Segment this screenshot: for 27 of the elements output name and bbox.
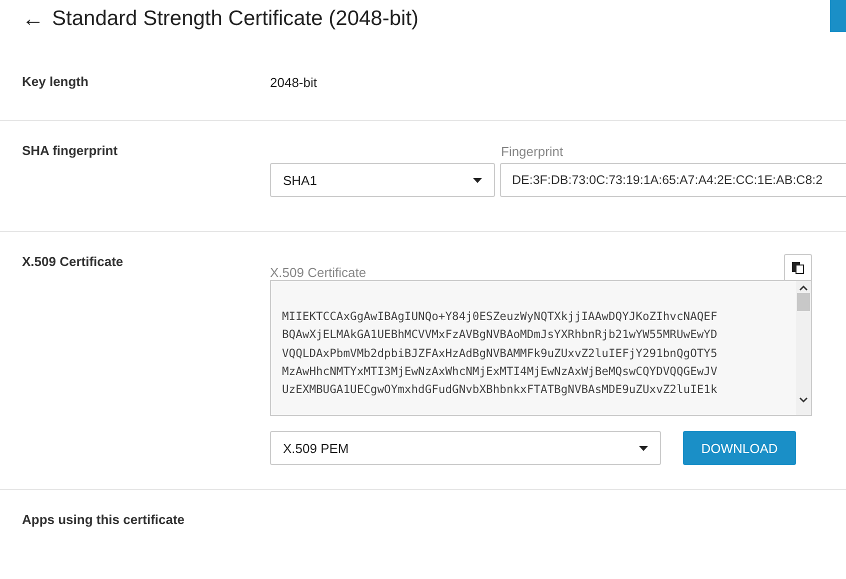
certificate-textarea[interactable] bbox=[270, 280, 812, 416]
fingerprint-field[interactable]: DE:3F:DB:73:0C:73:19:1A:65:A7:A4:2E:CC:1E:AB:C8:2 bbox=[500, 163, 846, 197]
field-label: X.509 Certificate bbox=[270, 265, 366, 280]
field-label: Fingerprint bbox=[501, 144, 564, 159]
scrollbar[interactable] bbox=[796, 281, 811, 415]
copy-icon bbox=[792, 262, 804, 274]
row-label: Key length bbox=[22, 74, 90, 91]
algorithm-select[interactable]: SHA1 bbox=[270, 163, 495, 197]
back-arrow[interactable]: ← bbox=[22, 6, 44, 32]
certificate-line: MIIEKTCCAxGgAwIBAgIUNQo+Y84j0ESZeuzWyNQTXkjjIAAwDQYJKoZIhvcNAQEF bbox=[282, 309, 718, 325]
certificate-line: MzAwHhcNMTYxMTI3MjEwNzAxWhcNMjExMTI4MjEwNzAxWjBeMQswCQYDVQQGEwJV bbox=[282, 364, 718, 380]
caret-icon bbox=[639, 446, 648, 450]
scroll-down-icon[interactable] bbox=[799, 397, 808, 403]
scroll-up-icon[interactable] bbox=[799, 285, 808, 291]
download-button[interactable]: DOWNLOAD bbox=[683, 431, 796, 465]
certificate-line: BQAwXjELMAkGA1UEBhMCVVMxFzAVBgNVBAoMDmJsYXRhbnRjb21wYW55MRUwEwYD bbox=[282, 327, 718, 344]
row-label: X.509 Certificate bbox=[22, 254, 124, 271]
page-title: Standard Strength Certificate (2048-bit) bbox=[52, 7, 419, 31]
row-label: Apps using this certificate bbox=[22, 512, 186, 527]
copy-button[interactable] bbox=[784, 254, 812, 280]
caret-icon bbox=[473, 178, 482, 182]
scroll-thumb[interactable] bbox=[797, 293, 810, 311]
certificate-line: VQQLDAxPbmVMb2dpbiBJZFAxHzAdBgNVBAMMFk9uZUxvZ2luIEFjY291bnQgOTY5 bbox=[282, 346, 718, 362]
row-label: SHA fingerprint bbox=[22, 143, 119, 160]
key-length-value: 2048-bit bbox=[270, 74, 317, 92]
format-select[interactable]: X.509 PEM bbox=[270, 431, 661, 465]
certificate-line: UzEXMBUGA1UECgwOYmxhdGFudGNvbXBhbnkxFTATBgNVBAsMDE9uZUxvZ2luIE1k bbox=[282, 382, 718, 398]
